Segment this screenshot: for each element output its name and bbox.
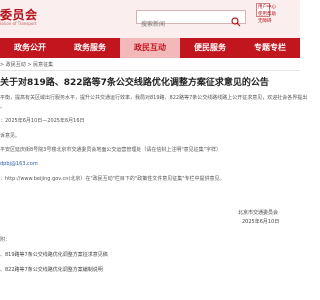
attachment-link[interactable]: 、819路等7条公交线路优化调整方案征求意见稿: [0, 251, 108, 258]
nav-item-gov-affairs[interactable]: 政务公开: [0, 38, 60, 58]
email-link[interactable]: dpbj@163.com: [0, 161, 38, 167]
site-header: 委员会 ission of Transport 用户中心 使用帮助 无障碍: [0, 0, 300, 38]
nav-item-special-topics[interactable]: 专题专栏: [240, 38, 300, 58]
nav-item-interaction[interactable]: 政民互动: [120, 38, 180, 58]
comment-period: ：2025年6月10日—2025年6月16日: [0, 118, 85, 124]
site-logo-subtitle: ission of Transport: [0, 21, 37, 26]
search-input[interactable]: [137, 18, 233, 31]
article-paragraph: 。: [0, 104, 6, 110]
user-center-link[interactable]: 用户中心: [258, 4, 300, 11]
article-paragraph: 平衡，提高有关区域出行服务水平，提升公共交通运行效率，我局对819路、822路等…: [0, 95, 308, 101]
article-paragraph: 诉意见。: [0, 133, 21, 139]
accessibility-link[interactable]: 无障碍: [258, 18, 300, 25]
email-channel: dpbj@163.com: [0, 161, 38, 167]
main-nav: 政务公开 政务服务 政民互动 便民服务 专题专栏: [0, 38, 300, 58]
breadcrumb[interactable]: > 政民互动 > 民意征集: [0, 61, 53, 68]
signature-org: 北京市交通委员会: [238, 210, 279, 216]
website-channel: ：http://www.beijing.gov.cn(北京）在"政民互动"栏目下…: [0, 176, 225, 182]
search-icon: [231, 17, 241, 27]
page-title: 关于对819路、822路等7条公交线路优化调整方案征求意见的公告: [0, 78, 269, 88]
quick-links: 用户中心 使用帮助 无障碍: [258, 4, 300, 25]
attachment-label: 附：: [0, 237, 11, 243]
nav-item-gov-services[interactable]: 政务服务: [60, 38, 120, 58]
signature-date: 2025年6月10日: [242, 219, 280, 225]
search-box: [136, 10, 246, 31]
divider: [0, 70, 300, 71]
search-button[interactable]: [231, 12, 243, 27]
mail-channel: 平安区延庆街8号院3号楼北京市交通委员会地面公交运营管理处（请在信封上注明"意见…: [0, 147, 221, 153]
help-link[interactable]: 使用帮助: [258, 11, 300, 18]
nav-item-public-services[interactable]: 便民服务: [180, 38, 240, 58]
attachment-link[interactable]: 、822路等7条公交线路优化调整方案编制说明: [0, 266, 103, 273]
